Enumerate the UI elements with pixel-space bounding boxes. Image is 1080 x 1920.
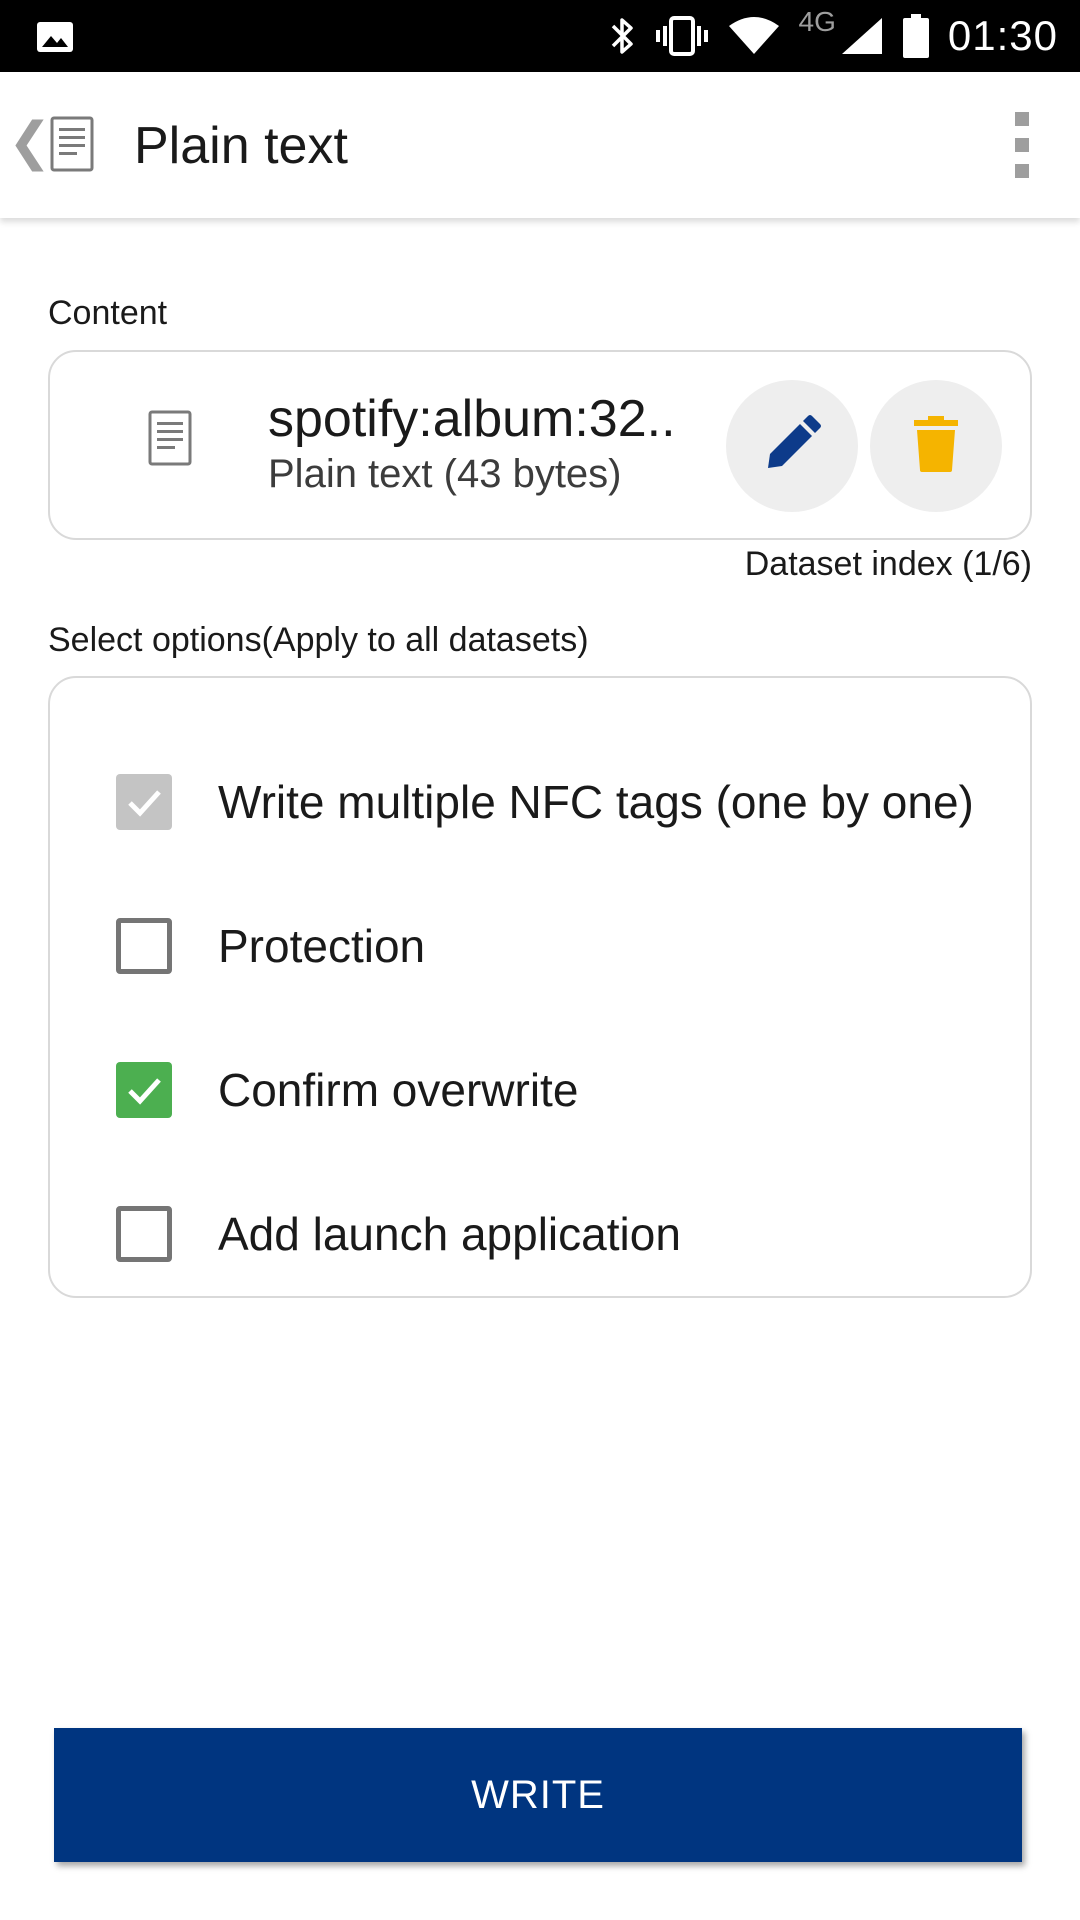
network-type: 4G: [799, 6, 836, 52]
battery-icon: [902, 13, 930, 59]
confirm-overwrite-checkbox[interactable]: [116, 1062, 172, 1118]
checkmark-icon: [128, 1078, 161, 1105]
pencil-icon: [762, 414, 822, 479]
status-icons: 4G 01:30: [609, 0, 1058, 72]
status-time: 01:30: [947, 12, 1058, 59]
option-label: Add launch application: [218, 1208, 681, 1260]
app-bar: ❮ Plain text: [0, 72, 1080, 218]
option-label: Protection: [218, 920, 426, 972]
option-label: Write multiple NFC tags (one by one): [218, 776, 974, 828]
write-multiple-checkbox[interactable]: [116, 774, 172, 830]
document-icon: [50, 116, 94, 172]
add-launch-app-checkbox[interactable]: [116, 1206, 172, 1262]
image-icon: [36, 18, 74, 56]
dataset-index: Dataset index (1/6): [744, 545, 1032, 583]
content-label: Content: [48, 294, 168, 332]
option-add-launch-app[interactable]: Add launch application: [116, 1204, 681, 1264]
content-subtitle: Plain text (43 bytes): [268, 452, 622, 496]
write-button[interactable]: WRITE: [54, 1728, 1022, 1862]
content-title: spotify:album:32..: [268, 390, 676, 448]
protection-checkbox[interactable]: [116, 918, 172, 974]
checkmark-icon: [128, 790, 161, 817]
network-label: 4G: [798, 6, 836, 37]
wifi-icon: [727, 16, 781, 56]
overflow-menu-icon[interactable]: [1010, 112, 1034, 178]
edit-button[interactable]: [726, 380, 858, 512]
options-label: Select options(Apply to all datasets): [48, 621, 589, 659]
content-card[interactable]: spotify:album:32.. Plain text (43 bytes): [48, 350, 1032, 540]
option-protection[interactable]: Protection: [116, 916, 425, 976]
page-title: Plain text: [134, 117, 348, 175]
bluetooth-icon: [609, 14, 637, 58]
option-write-multiple[interactable]: Write multiple NFC tags (one by one): [116, 772, 974, 832]
signal-icon: [840, 16, 884, 56]
options-card: Write multiple NFC tags (one by one) Pro…: [48, 676, 1032, 1298]
delete-button[interactable]: [870, 380, 1002, 512]
trash-icon: [914, 415, 958, 477]
chevron-left-icon[interactable]: ❮: [8, 116, 52, 168]
option-label: Confirm overwrite: [218, 1064, 579, 1116]
option-confirm-overwrite[interactable]: Confirm overwrite: [116, 1060, 578, 1120]
vibrate-icon: [655, 14, 709, 58]
document-icon: [148, 410, 192, 466]
status-bar: 4G 01:30: [0, 0, 1080, 72]
